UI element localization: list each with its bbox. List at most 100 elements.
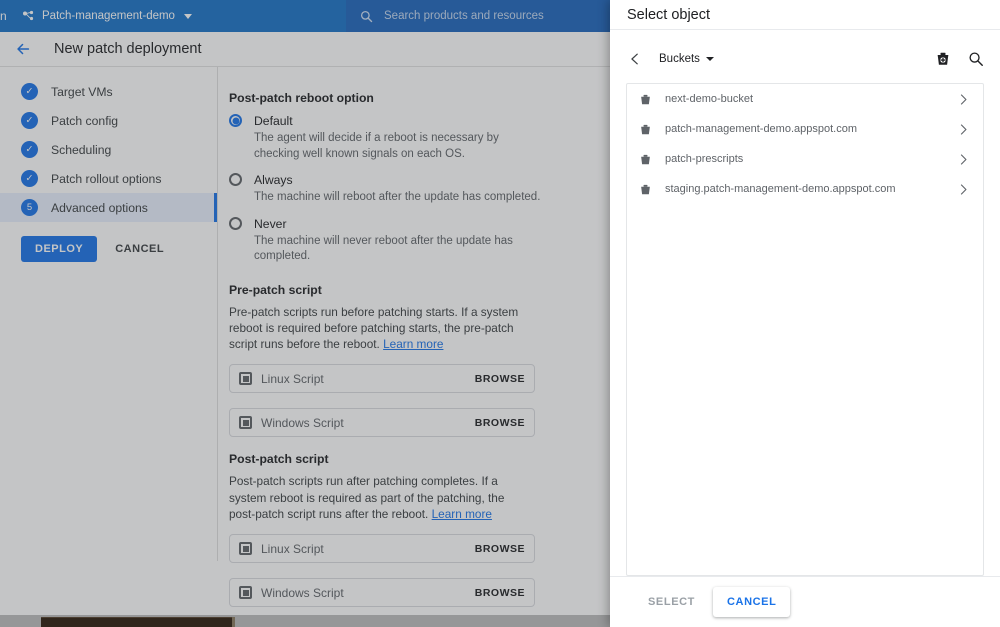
- chevron-right-icon[interactable]: [957, 183, 970, 196]
- post-patch-windows-script-field[interactable]: Windows Script BROWSE: [229, 578, 535, 608]
- desktop-taskbar-strip: [0, 615, 612, 627]
- list-item[interactable]: patch-prescripts: [627, 144, 983, 174]
- post-patch-linux-browse-button[interactable]: BROWSE: [475, 543, 525, 555]
- pre-patch-desc-text: Pre-patch scripts run before patching st…: [229, 304, 519, 352]
- select-button[interactable]: SELECT: [636, 587, 707, 617]
- bucket-name-label: patch-management-demo.appspot.com: [665, 123, 857, 135]
- post-patch-linux-script-field[interactable]: Linux Script BROWSE: [229, 534, 535, 564]
- radio-label: Default: [254, 114, 293, 128]
- reboot-section-title: Post-patch reboot option: [229, 91, 374, 105]
- step-label: Advanced options: [51, 200, 148, 215]
- radio-button-always[interactable]: [229, 173, 242, 186]
- sidebar-item-patch-config[interactable]: ✓ Patch config: [0, 106, 217, 135]
- project-nodes-icon: [23, 10, 34, 20]
- list-item[interactable]: next-demo-bucket: [627, 84, 983, 114]
- bucket-icon: [641, 154, 650, 164]
- pre-patch-linux-script-field[interactable]: Linux Script BROWSE: [229, 364, 535, 394]
- sidebar-item-advanced-options[interactable]: 5 Advanced options: [0, 193, 217, 222]
- radio-help-text: The machine will reboot after the update…: [254, 191, 541, 203]
- dialog-footer: SELECT CANCEL: [610, 576, 1000, 627]
- sidebar-item-target-vms[interactable]: ✓ Target VMs: [0, 77, 217, 106]
- post-patch-windows-script-input[interactable]: Windows Script: [261, 586, 475, 600]
- pre-patch-title: Pre-patch script: [229, 282, 322, 297]
- step-label: Scheduling: [51, 142, 112, 157]
- sidebar-item-patch-rollout-options[interactable]: ✓ Patch rollout options: [0, 164, 217, 193]
- advanced-options-form: Post-patch reboot option Default The age…: [219, 67, 612, 608]
- project-selector[interactable]: Patch-management-demo: [22, 10, 192, 23]
- search-icon[interactable]: [968, 51, 984, 67]
- breadcrumb-buckets[interactable]: Buckets: [659, 53, 700, 65]
- bucket-name-label: staging.patch-management-demo.appspot.co…: [665, 183, 896, 195]
- radio-option-never[interactable]: Never The machine will never reboot afte…: [229, 215, 612, 265]
- bucket-icon: [641, 124, 650, 134]
- arrow-back-icon[interactable]: [14, 40, 32, 58]
- caret-down-icon[interactable]: [705, 57, 714, 61]
- pre-patch-description: Pre-patch scripts run before patching st…: [229, 304, 527, 353]
- global-search-input[interactable]: Search products and resources: [384, 10, 544, 22]
- cloud-logo-text: n: [0, 9, 7, 23]
- pre-patch-linux-script-input[interactable]: Linux Script: [261, 372, 475, 386]
- pre-patch-windows-script-input[interactable]: Windows Script: [261, 416, 475, 430]
- gcp-top-bar: n Patch-management-demo Search products …: [0, 0, 612, 32]
- dialog-title: Select object: [627, 6, 711, 23]
- global-search-bar[interactable]: Search products and resources: [346, 0, 612, 32]
- pre-patch-learn-more-link[interactable]: Learn more: [383, 337, 443, 351]
- step-check-icon: ✓: [21, 141, 38, 158]
- radio-label: Always: [254, 173, 293, 187]
- new-bucket-icon[interactable]: [935, 51, 951, 67]
- bucket-icon: [641, 94, 650, 104]
- page-title: New patch deployment: [54, 41, 202, 57]
- chevron-right-icon[interactable]: [957, 123, 970, 136]
- step-check-icon: ✓: [21, 112, 38, 129]
- dialog-header: Select object: [610, 0, 1000, 30]
- step-label: Target VMs: [51, 84, 113, 99]
- radio-button-never[interactable]: [229, 216, 242, 230]
- list-item[interactable]: staging.patch-management-demo.appspot.co…: [627, 174, 983, 204]
- search-icon: [360, 10, 373, 22]
- sidebar-item-scheduling[interactable]: ✓ Scheduling: [0, 135, 217, 164]
- script-file-icon: [239, 416, 252, 430]
- step-label: Patch rollout options: [51, 171, 162, 186]
- browser-toolbar: Buckets: [626, 44, 984, 74]
- taskbar-window-chip: [41, 617, 232, 627]
- pre-patch-script-section: Pre-patch script Pre-patch scripts run b…: [229, 283, 612, 438]
- step-label: Patch config: [51, 113, 119, 128]
- page-header: New patch deployment: [0, 32, 612, 67]
- radio-option-always[interactable]: Always The machine will reboot after the…: [229, 171, 612, 206]
- select-object-dialog: Select object Buckets next-demo-bucket p…: [610, 0, 1000, 627]
- script-file-icon: [239, 586, 252, 600]
- post-patch-windows-browse-button[interactable]: BROWSE: [475, 587, 525, 599]
- pre-patch-windows-browse-button[interactable]: BROWSE: [475, 417, 525, 429]
- post-patch-title: Post-patch script: [229, 452, 329, 467]
- cancel-button[interactable]: CANCEL: [105, 236, 174, 262]
- dialog-cancel-button[interactable]: CANCEL: [713, 587, 791, 617]
- radio-option-default[interactable]: Default The agent will decide if a reboo…: [229, 112, 612, 162]
- chevron-right-icon[interactable]: [957, 153, 970, 166]
- wizard-actions: DEPLOY CANCEL: [0, 236, 217, 262]
- post-patch-learn-more-link[interactable]: Learn more: [432, 507, 492, 521]
- bucket-name-label: next-demo-bucket: [665, 93, 754, 105]
- post-patch-linux-script-input[interactable]: Linux Script: [261, 542, 475, 556]
- radio-button-default[interactable]: [229, 114, 242, 127]
- bucket-name-label: patch-prescripts: [665, 153, 744, 165]
- radio-help-text: The agent will decide if a reboot is nec…: [254, 132, 499, 160]
- script-file-icon: [239, 372, 252, 386]
- wizard-steps-rail: ✓ Target VMs ✓ Patch config ✓ Scheduling…: [0, 67, 218, 561]
- step-check-icon: ✓: [21, 83, 38, 100]
- chevron-left-icon[interactable]: [628, 52, 642, 66]
- step-check-icon: ✓: [21, 170, 38, 187]
- dialog-body: Buckets next-demo-bucket patch-managemen…: [610, 30, 1000, 576]
- caret-down-icon: [183, 13, 192, 19]
- pre-patch-linux-browse-button[interactable]: BROWSE: [475, 373, 525, 385]
- deploy-button[interactable]: DEPLOY: [21, 236, 98, 262]
- radio-help-text: The machine will never reboot after the …: [254, 234, 513, 263]
- app-background: n Patch-management-demo Search products …: [0, 0, 612, 627]
- post-patch-description: Post-patch scripts run after patching co…: [229, 473, 527, 522]
- taskbar-window-chip-secondary: [232, 617, 235, 627]
- step-number-badge: 5: [21, 199, 38, 216]
- list-item[interactable]: patch-management-demo.appspot.com: [627, 114, 983, 144]
- radio-label: Never: [254, 216, 287, 231]
- bucket-list: next-demo-bucket patch-management-demo.a…: [626, 83, 984, 576]
- pre-patch-windows-script-field[interactable]: Windows Script BROWSE: [229, 408, 535, 438]
- chevron-right-icon[interactable]: [957, 93, 970, 106]
